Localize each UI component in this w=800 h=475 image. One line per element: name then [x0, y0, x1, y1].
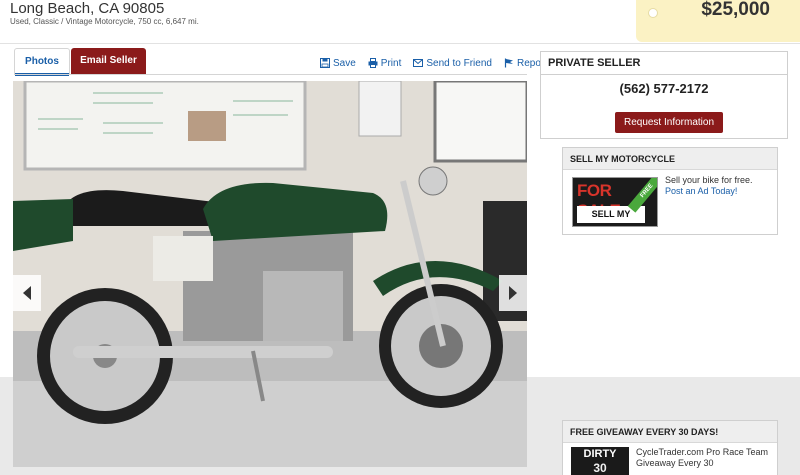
sell-panel-title: SELL MY MOTORCYCLE	[563, 148, 777, 170]
mail-icon	[413, 59, 424, 67]
tab-email-seller[interactable]: Email Seller	[71, 48, 146, 74]
photo-next-button[interactable]	[499, 275, 527, 311]
seller-phone[interactable]: (562) 577-2172	[541, 81, 787, 96]
sell-description: Sell your bike for free.	[665, 175, 753, 185]
price-tag: $25,000	[636, 0, 800, 42]
photo-prev-button[interactable]	[13, 275, 41, 311]
listing-price: $25,000	[701, 0, 770, 20]
dirty-badge-line1: DIRTY	[583, 448, 617, 460]
dirty-badge-line2: 30	[593, 461, 607, 475]
listing-subline: Used, Classic / Vintage Motorcycle, 750 …	[10, 17, 199, 26]
giveaway-description[interactable]: CycleTrader.com Pro Race Team Giveaway E…	[636, 447, 776, 469]
print-icon	[368, 58, 378, 68]
dirty-30-badge[interactable]: DIRTY 30	[571, 447, 629, 475]
listing-actions: Save Print Send to Friend Report	[320, 56, 547, 70]
save-label: Save	[333, 57, 356, 69]
post-ad-link[interactable]: Post an Ad Today!	[665, 186, 737, 196]
chevron-left-icon	[23, 286, 31, 300]
tab-divider	[14, 74, 527, 75]
motorcycle-photo	[13, 81, 527, 467]
for-sale-badge[interactable]: FOR SALE SELL MY CYCLE FREE	[572, 177, 658, 227]
seller-panel: PRIVATE SELLER (562) 577-2172 Request In…	[540, 51, 788, 139]
seller-divider	[541, 74, 787, 75]
flag-icon	[504, 58, 513, 68]
print-link[interactable]: Print	[368, 56, 402, 70]
save-icon	[320, 58, 330, 68]
sell-motorcycle-panel: SELL MY MOTORCYCLE FOR SALE SELL MY CYCL…	[562, 147, 778, 235]
giveaway-title: FREE GIVEAWAY EVERY 30 DAYS!	[563, 421, 777, 443]
request-information-button[interactable]: Request Information	[615, 112, 723, 133]
print-label: Print	[380, 57, 402, 69]
giveaway-panel: FREE GIVEAWAY EVERY 30 DAYS! DIRTY 30 Cy…	[562, 420, 778, 475]
send-to-friend-link[interactable]: Send to Friend	[413, 56, 492, 70]
send-to-friend-label: Send to Friend	[426, 57, 492, 69]
listing-header: Long Beach, CA 90805 Used, Classic / Vin…	[0, 0, 800, 44]
chevron-right-icon	[509, 286, 517, 300]
save-link[interactable]: Save	[320, 56, 356, 70]
listing-location: Long Beach, CA 90805	[10, 0, 165, 17]
tab-photos[interactable]: Photos	[14, 48, 70, 76]
listing-photo[interactable]	[13, 81, 527, 467]
tag-hole-icon	[648, 8, 658, 18]
seller-title: PRIVATE SELLER	[548, 57, 641, 69]
